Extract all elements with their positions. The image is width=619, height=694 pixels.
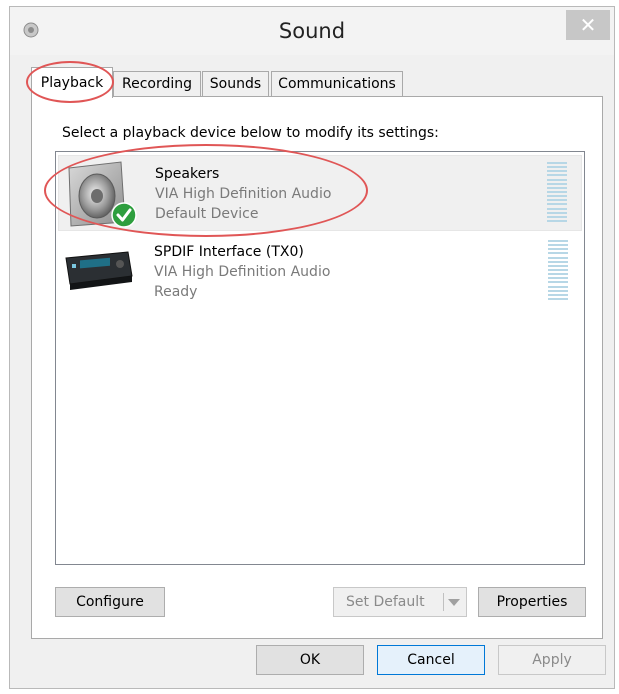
- title-bar: Sound ✕: [10, 7, 614, 55]
- device-list[interactable]: Speakers VIA High Definition Audio Defau…: [55, 151, 585, 565]
- tab-sounds[interactable]: Sounds: [202, 71, 269, 96]
- spdif-device-icon: [65, 251, 133, 290]
- split-divider: [443, 593, 444, 611]
- volume-meter: [548, 240, 568, 300]
- device-name: SPDIF Interface (TX0): [154, 244, 304, 260]
- device-item-spdif[interactable]: SPDIF Interface (TX0) VIA High Definitio…: [58, 234, 582, 310]
- default-check-icon: [111, 202, 137, 228]
- chevron-down-icon[interactable]: [448, 599, 460, 606]
- set-default-button[interactable]: Set Default: [333, 587, 467, 617]
- device-driver: VIA High Definition Audio: [155, 186, 332, 202]
- sound-dialog: Sound ✕ Playback Recording Sounds Commun…: [9, 6, 615, 689]
- tab-playback[interactable]: Playback: [31, 67, 113, 98]
- set-default-label: Set Default: [346, 594, 425, 610]
- apply-button[interactable]: Apply: [498, 645, 606, 675]
- cancel-button[interactable]: Cancel: [377, 645, 485, 675]
- device-item-speakers[interactable]: Speakers VIA High Definition Audio Defau…: [58, 155, 582, 231]
- device-status: Default Device: [155, 206, 259, 222]
- volume-meter: [547, 162, 567, 222]
- device-driver: VIA High Definition Audio: [154, 264, 331, 280]
- tab-communications[interactable]: Communications: [271, 71, 403, 96]
- device-status: Ready: [154, 284, 198, 300]
- ok-button[interactable]: OK: [256, 645, 364, 675]
- playback-panel: Select a playback device below to modify…: [31, 96, 603, 639]
- properties-button[interactable]: Properties: [478, 587, 586, 617]
- close-button[interactable]: ✕: [566, 10, 610, 40]
- window-title: Sound: [278, 19, 346, 43]
- device-name: Speakers: [155, 166, 220, 182]
- configure-button[interactable]: Configure: [55, 587, 165, 617]
- tab-recording[interactable]: Recording: [113, 71, 201, 96]
- instruction-text: Select a playback device below to modify…: [62, 125, 439, 141]
